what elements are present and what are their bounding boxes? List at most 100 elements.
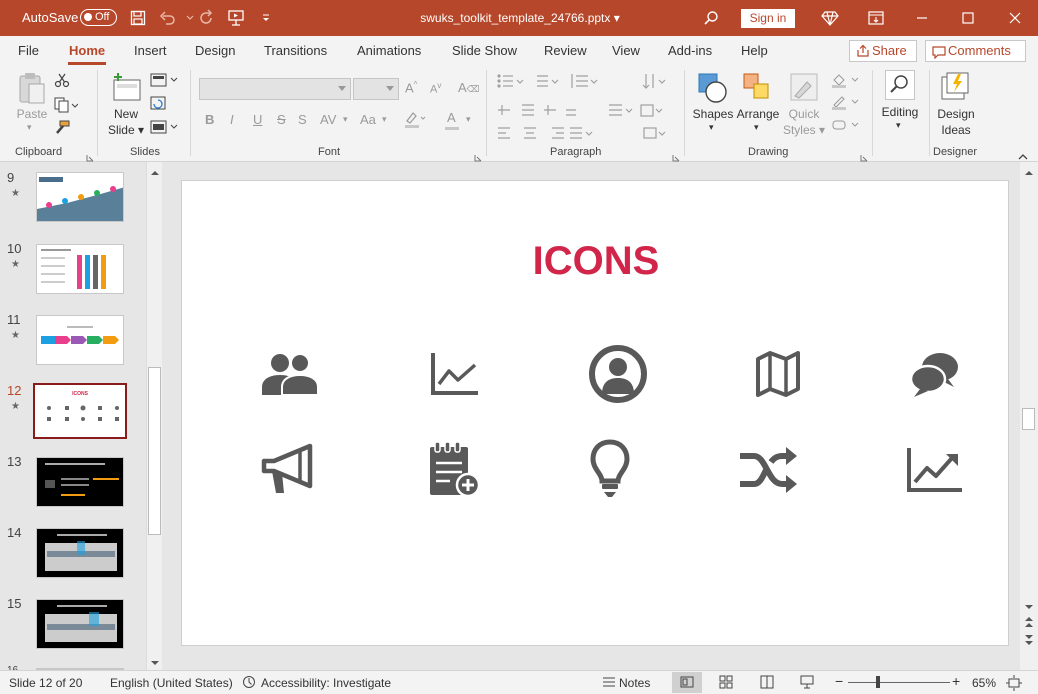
- next-slide-icon[interactable]: [1024, 634, 1034, 649]
- user-circle-icon[interactable]: [588, 344, 648, 407]
- minimize-icon[interactable]: [912, 8, 932, 28]
- reading-view-icon[interactable]: [760, 675, 774, 692]
- tab-home[interactable]: Home: [69, 43, 105, 58]
- diamond-icon[interactable]: [820, 8, 840, 28]
- new-slide-icon[interactable]: [110, 72, 142, 107]
- italic-button[interactable]: I: [230, 112, 234, 127]
- slide-scroll-thumb[interactable]: [1022, 408, 1035, 430]
- tab-file[interactable]: File: [18, 43, 39, 58]
- editing-dropdown-icon[interactable]: ▾: [896, 120, 901, 131]
- shuffle-icon[interactable]: [738, 446, 798, 499]
- maximize-icon[interactable]: [958, 8, 978, 28]
- slide-thumbnail-15[interactable]: [36, 599, 124, 649]
- change-case-button[interactable]: Aa: [360, 112, 376, 127]
- accessibility-status[interactable]: Accessibility: Investigate: [261, 676, 391, 690]
- customize-qat-icon[interactable]: [256, 8, 276, 28]
- redo-icon[interactable]: [196, 8, 216, 28]
- megaphone-icon[interactable]: [260, 443, 318, 500]
- strikethrough-button[interactable]: S: [277, 112, 286, 127]
- font-color-button[interactable]: A: [447, 110, 456, 125]
- search-icon[interactable]: [701, 8, 721, 28]
- slide-thumbnail-9[interactable]: [36, 172, 124, 222]
- thumbnail-scroll-thumb[interactable]: [148, 367, 161, 535]
- shape-effects-icon[interactable]: [830, 117, 860, 136]
- shape-fill-icon[interactable]: [830, 72, 860, 91]
- line-chart-icon[interactable]: [430, 351, 480, 400]
- sign-in-button[interactable]: Sign in: [741, 9, 795, 28]
- thumbnail-scrollbar[interactable]: [146, 162, 162, 670]
- slide-counter[interactable]: Slide 12 of 20: [9, 676, 82, 690]
- document-title[interactable]: swuks_toolkit_template_24766.pptx ▾: [360, 11, 680, 25]
- slideshow-view-icon[interactable]: [800, 675, 814, 692]
- quick-styles-icon[interactable]: [789, 72, 819, 107]
- trending-up-chart-icon[interactable]: [906, 446, 964, 497]
- current-slide[interactable]: ICONS: [181, 180, 1009, 646]
- tab-animations[interactable]: Animations: [357, 43, 421, 58]
- close-icon[interactable]: [1005, 8, 1025, 28]
- quick-styles-dropdown-icon[interactable]: ▾: [819, 123, 825, 137]
- highlight-color-icon[interactable]: [404, 110, 426, 131]
- layout-icon[interactable]: [150, 73, 178, 90]
- scroll-up-icon[interactable]: [150, 166, 160, 180]
- autosave-toggle[interactable]: Off: [80, 9, 117, 26]
- language-indicator[interactable]: English (United States): [110, 676, 233, 690]
- fit-slide-icon[interactable]: [1006, 675, 1022, 694]
- font-color-dropdown-icon[interactable]: ▾: [466, 114, 471, 125]
- map-icon[interactable]: [756, 351, 800, 400]
- reset-slide-icon[interactable]: [150, 96, 166, 113]
- slide-thumbnail-10[interactable]: [36, 244, 124, 294]
- scroll-up-icon[interactable]: [1024, 166, 1034, 180]
- cut-icon[interactable]: [54, 72, 70, 91]
- chat-bubbles-icon[interactable]: [908, 351, 960, 402]
- tab-review[interactable]: Review: [544, 43, 587, 58]
- users-icon[interactable]: [260, 351, 320, 400]
- tab-insert[interactable]: Insert: [134, 43, 167, 58]
- scroll-down-icon[interactable]: [1024, 600, 1034, 614]
- shape-outline-icon[interactable]: [830, 94, 860, 113]
- tab-slide-show[interactable]: Slide Show: [452, 43, 517, 58]
- previous-slide-icon[interactable]: [1024, 616, 1034, 631]
- tab-design[interactable]: Design: [195, 43, 235, 58]
- character-spacing-button[interactable]: AV: [320, 112, 336, 127]
- shadow-icon[interactable]: S: [298, 112, 307, 127]
- increase-font-size-icon[interactable]: A^: [405, 80, 417, 95]
- shapes-icon[interactable]: [697, 72, 729, 107]
- slide-thumbnail-12[interactable]: ICONS: [33, 383, 127, 439]
- slide-thumbnail-14[interactable]: [36, 528, 124, 578]
- save-icon[interactable]: [128, 8, 148, 28]
- tab-add-ins[interactable]: Add-ins: [668, 43, 712, 58]
- ribbon-display-options-icon[interactable]: [866, 8, 886, 28]
- slide-sorter-icon[interactable]: [719, 675, 733, 692]
- slide-thumbnail-11[interactable]: [36, 315, 124, 365]
- new-slide-dropdown-icon[interactable]: ▾: [138, 123, 144, 137]
- font-size-combo[interactable]: [353, 78, 399, 100]
- zoom-slider-track[interactable]: [848, 682, 950, 683]
- normal-view-button[interactable]: [672, 672, 702, 693]
- notes-button[interactable]: Notes: [619, 676, 650, 690]
- decrease-font-size-icon[interactable]: Av: [430, 81, 441, 96]
- tab-view[interactable]: View: [612, 43, 640, 58]
- slide-thumbnail-13[interactable]: [36, 457, 124, 507]
- zoom-in-button[interactable]: +: [952, 673, 960, 689]
- section-icon[interactable]: [150, 120, 178, 137]
- zoom-level[interactable]: 65%: [972, 676, 996, 690]
- shapes-dropdown-icon[interactable]: ▾: [709, 122, 714, 133]
- arrange-dropdown-icon[interactable]: ▾: [754, 122, 759, 133]
- share-button[interactable]: Share: [849, 40, 917, 62]
- font-name-combo[interactable]: [199, 78, 351, 100]
- arrange-icon[interactable]: [742, 72, 772, 107]
- bold-button[interactable]: B: [205, 112, 214, 127]
- design-ideas-icon[interactable]: [940, 71, 970, 106]
- comments-button[interactable]: Comments: [925, 40, 1026, 62]
- paste-icon[interactable]: [17, 72, 47, 109]
- scroll-down-icon[interactable]: [150, 656, 160, 670]
- format-painter-icon[interactable]: [54, 120, 70, 139]
- present-from-beginning-icon[interactable]: [226, 8, 246, 28]
- paste-dropdown-icon[interactable]: ▾: [27, 122, 32, 133]
- slide-title[interactable]: ICONS: [182, 239, 1010, 284]
- slide-scrollbar[interactable]: [1020, 162, 1038, 670]
- clear-formatting-icon[interactable]: A⌫: [458, 80, 479, 95]
- tab-help[interactable]: Help: [741, 43, 768, 58]
- zoom-slider-thumb[interactable]: [876, 676, 880, 688]
- change-case-dropdown-icon[interactable]: ▾: [382, 114, 387, 125]
